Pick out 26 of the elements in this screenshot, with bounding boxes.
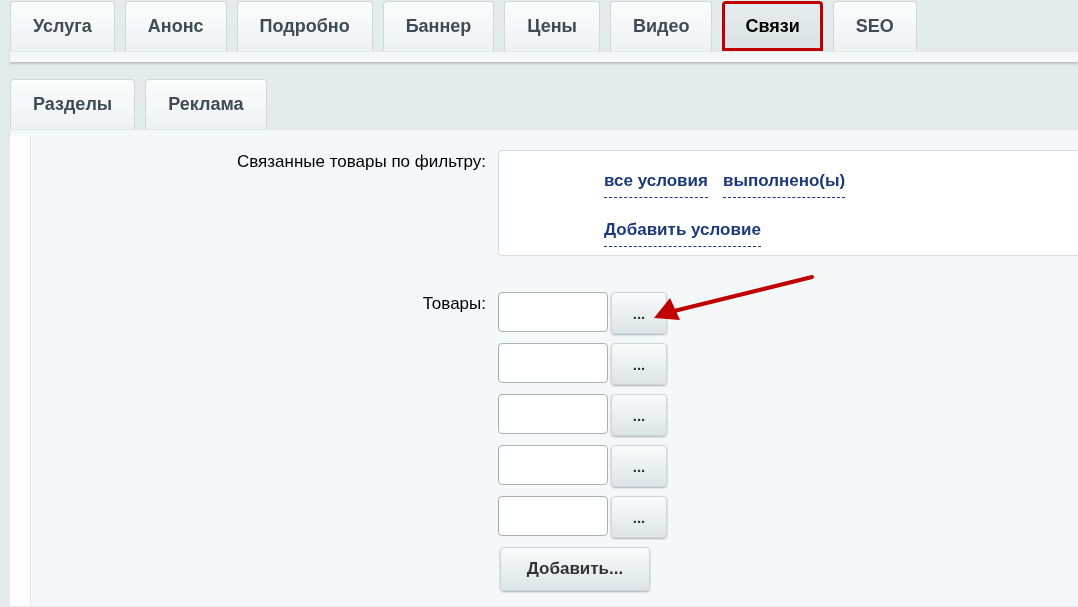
browse-button[interactable]: ...: [611, 292, 667, 334]
product-field[interactable]: [498, 394, 608, 434]
tab[interactable]: Цены: [504, 1, 600, 51]
tab[interactable]: Услуга: [10, 1, 115, 51]
tab[interactable]: Анонс: [124, 1, 227, 51]
condition-link[interactable]: все условия: [604, 171, 708, 198]
product-field[interactable]: [498, 343, 608, 383]
browse-button[interactable]: ...: [611, 496, 667, 538]
field-label: Связанные товары по фильтру:: [235, 151, 486, 173]
browse-button[interactable]: ...: [611, 394, 667, 436]
condition-link[interactable]: выполнено(ы): [722, 171, 846, 198]
browse-button[interactable]: ...: [611, 343, 667, 385]
tab[interactable]: SEO: [832, 1, 917, 51]
product-field[interactable]: [498, 445, 608, 485]
tab[interactable]: Разделы: [10, 79, 136, 129]
tab[interactable]: Связи: [722, 1, 823, 51]
browse-button[interactable]: ...: [611, 445, 667, 487]
product-field[interactable]: [498, 496, 608, 536]
tab[interactable]: Реклама: [145, 79, 267, 129]
add-button[interactable]: Добавить...: [500, 547, 650, 591]
tab[interactable]: Баннер: [382, 1, 495, 51]
field-label: Товары:: [421, 293, 486, 315]
tab[interactable]: Подробно: [236, 1, 373, 51]
product-field[interactable]: [498, 292, 608, 332]
add-condition-link[interactable]: Добавить условие: [604, 220, 761, 247]
tab[interactable]: Видео: [610, 1, 713, 51]
